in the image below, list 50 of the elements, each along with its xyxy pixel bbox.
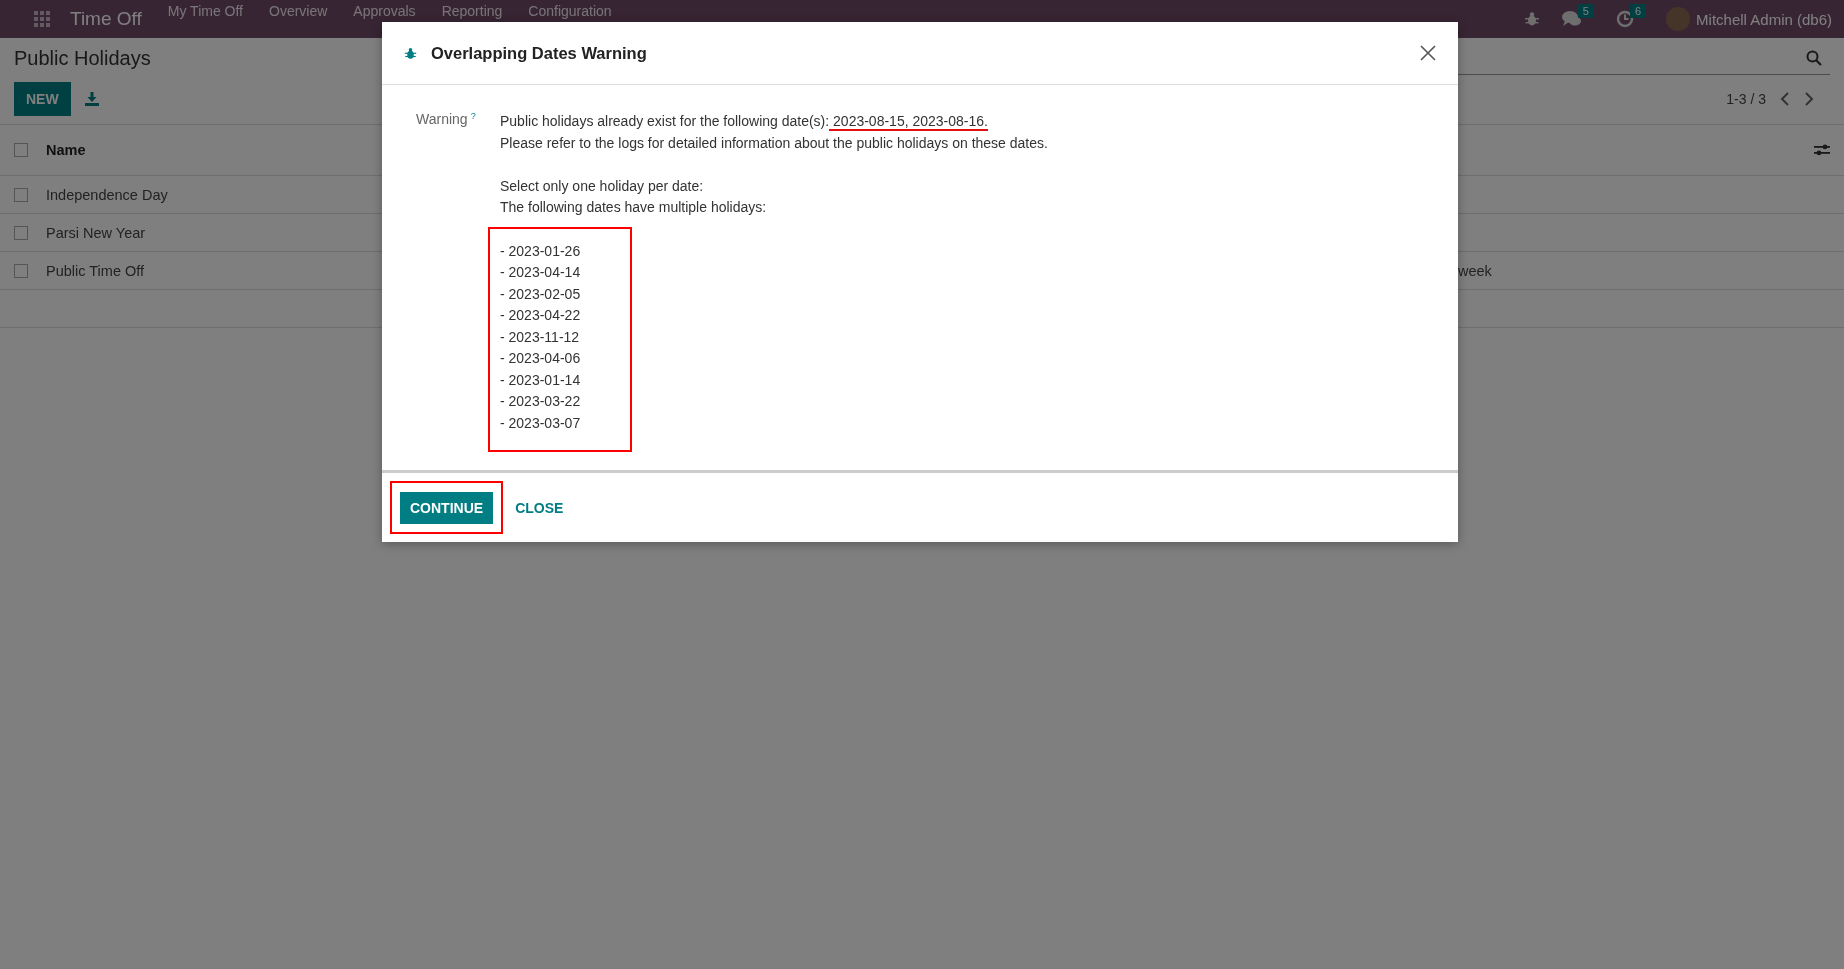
instruction-text: The following dates have multiple holidays: — [500, 198, 767, 217]
help-tooltip-mark[interactable]: ? — [470, 111, 476, 121]
activity-count-badge: 6 — [1630, 4, 1647, 18]
pager-value: 1-3 / 3 — [1726, 91, 1766, 107]
table-cell: Public Time Off — [46, 262, 145, 279]
new-button[interactable]: NEW — [14, 82, 71, 116]
close-button[interactable]: CLOSE — [507, 491, 572, 524]
column-header[interactable]: Name — [46, 142, 86, 158]
search-icon[interactable] — [1806, 49, 1822, 66]
app-grid-icon[interactable] — [34, 11, 50, 27]
previous-icon[interactable] — [1780, 92, 1790, 106]
download-icon[interactable] — [84, 92, 99, 106]
row-checkbox[interactable] — [14, 187, 28, 202]
page-title: Public Holidays — [14, 46, 151, 70]
bug-icon — [404, 46, 417, 60]
table-cell: week — [1458, 262, 1492, 279]
date-item: - 2023-01-14 — [500, 370, 581, 390]
chat-icon[interactable] — [1561, 10, 1582, 28]
menu-item[interactable]: My Time Off — [167, 3, 243, 19]
menu-item[interactable]: Configuration — [528, 3, 612, 19]
date-item: - 2023-04-06 — [500, 349, 581, 368]
row-checkbox[interactable] — [14, 225, 28, 240]
clock-icon[interactable] — [1616, 10, 1634, 28]
field-label: Warning — [416, 111, 468, 127]
date-item: - 2023-04-22 — [500, 306, 581, 325]
user-name[interactable]: Mitchell Admin (db6) — [1696, 10, 1832, 28]
app-name[interactable]: Time Off — [70, 8, 142, 30]
instruction-text: Select only one holiday per date: — [500, 176, 704, 196]
column-settings-icon[interactable] — [1814, 143, 1830, 157]
date-item: - 2023-03-07 — [500, 413, 581, 433]
date-item: - 2023-01-26 — [500, 241, 581, 261]
select-all-checkbox[interactable] — [14, 143, 28, 157]
table-cell: Independence Day — [46, 186, 168, 203]
menu-item[interactable]: Approvals — [353, 3, 416, 19]
date-item: - 2023-04-14 — [500, 263, 581, 282]
row-checkbox[interactable] — [14, 263, 28, 278]
warning-message: Public holidays already exist for the following date(s): 2023-08-15, 2023-08-16. — [500, 112, 988, 133]
date-item: - 2023-11-12 — [500, 327, 581, 347]
table-cell: Parsi New Year — [46, 224, 146, 241]
close-icon[interactable] — [1420, 45, 1436, 61]
next-icon[interactable] — [1804, 92, 1814, 106]
date-item: - 2023-03-22 — [500, 392, 581, 411]
dialog-title: Overlapping Dates Warning — [431, 43, 647, 63]
continue-button[interactable]: CONTINUE — [400, 492, 494, 524]
date-item: - 2023-02-05 — [500, 284, 581, 304]
bug-icon[interactable] — [1523, 11, 1540, 27]
menu-item[interactable]: Reporting — [441, 3, 503, 19]
warning-message: Please refer to the logs for detailed information about the public holidays on these dates. — [500, 133, 1048, 153]
message-count-badge: 5 — [1577, 4, 1594, 18]
menu-item[interactable]: Overview — [269, 3, 328, 19]
